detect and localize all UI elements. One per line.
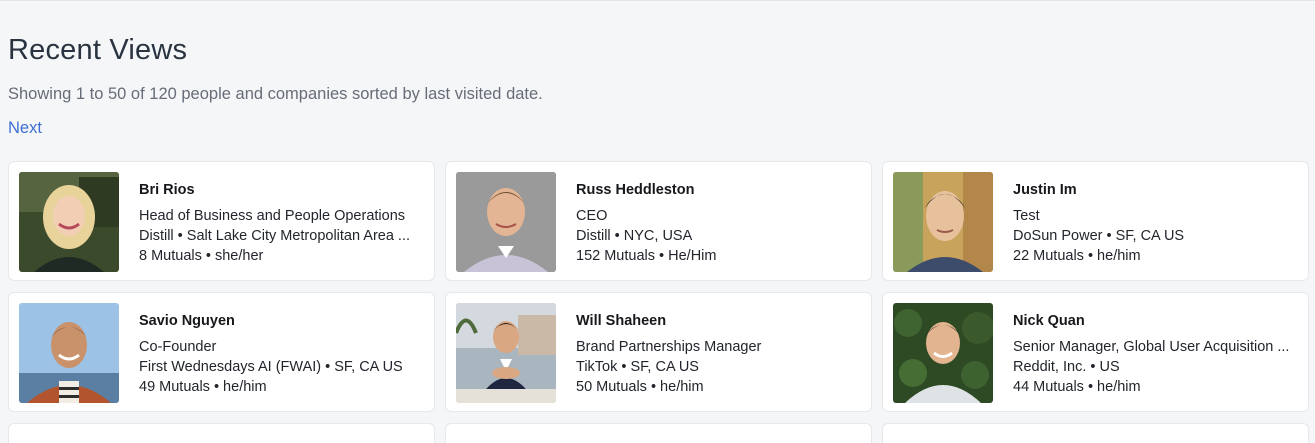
person-title: CEO xyxy=(576,208,608,224)
person-mutuals-pronouns: 44 Mutuals • he/him xyxy=(1013,379,1141,395)
person-name[interactable]: Bri Rios xyxy=(139,180,426,200)
person-company-location: First Wednesdays AI (FWAI) • SF, CA US xyxy=(139,359,403,375)
person-title: Senior Manager, Global User Acquisition … xyxy=(1013,339,1290,355)
person-mutuals-pronouns: 152 Mutuals • He/Him xyxy=(576,248,717,264)
person-name[interactable]: Justin Im xyxy=(1013,180,1300,200)
profile-photo-bri-rios[interactable] xyxy=(19,172,119,272)
person-mutuals-pronouns: 49 Mutuals • he/him xyxy=(139,379,267,395)
profile-photo-nick-quan[interactable] xyxy=(893,303,993,403)
results-summary: Showing 1 to 50 of 120 people and compan… xyxy=(8,85,543,103)
person-mutuals-pronouns: 22 Mutuals • he/him xyxy=(1013,248,1141,264)
person-info: Russ Heddleston CEO Distill • NYC, USA 1… xyxy=(576,180,863,266)
person-info: Nick Quan Senior Manager, Global User Ac… xyxy=(1013,311,1300,397)
person-info: Justin Im Test DoSun Power • SF, CA US 2… xyxy=(1013,180,1300,266)
people-grid: Bri Rios Head of Business and People Ope… xyxy=(8,161,1309,443)
person-info: Bri Rios Head of Business and People Ope… xyxy=(139,180,426,266)
person-company-location: TikTok • SF, CA US xyxy=(576,359,699,375)
profile-photo-savio-nguyen[interactable] xyxy=(19,303,119,403)
top-divider xyxy=(0,0,1315,1)
person-title: Head of Business and People Operations xyxy=(139,208,406,224)
page-title: Recent Views xyxy=(8,34,188,66)
profile-photo-justin-im[interactable] xyxy=(893,172,993,272)
person-company-location: DoSun Power • SF, CA US xyxy=(1013,228,1185,244)
person-name[interactable]: Russ Heddleston xyxy=(576,180,863,200)
person-card[interactable]: Savio Nguyen Co-Founder First Wednesdays… xyxy=(8,292,435,412)
person-card[interactable]: Bri Rios Head of Business and People Ope… xyxy=(8,161,435,281)
next-page-link[interactable]: Next xyxy=(8,119,42,138)
person-info: Will Shaheen Brand Partnerships Manager … xyxy=(576,311,863,397)
person-card-partial[interactable] xyxy=(882,423,1309,443)
person-name[interactable]: Will Shaheen xyxy=(576,311,863,331)
person-company-location: Distill • Salt Lake City Metropolitan Ar… xyxy=(139,228,411,244)
person-company-location: Reddit, Inc. • US xyxy=(1013,359,1120,375)
person-card[interactable]: Justin Im Test DoSun Power • SF, CA US 2… xyxy=(882,161,1309,281)
profile-photo-will-shaheen[interactable] xyxy=(456,303,556,403)
profile-photo-russ-heddleston[interactable] xyxy=(456,172,556,272)
person-mutuals-pronouns: 8 Mutuals • she/her xyxy=(139,248,264,264)
person-title: Test xyxy=(1013,208,1040,224)
person-mutuals-pronouns: 50 Mutuals • he/him xyxy=(576,379,704,395)
person-title: Co-Founder xyxy=(139,339,217,355)
person-title: Brand Partnerships Manager xyxy=(576,339,762,355)
person-info: Savio Nguyen Co-Founder First Wednesdays… xyxy=(139,311,426,397)
person-card-partial[interactable] xyxy=(445,423,872,443)
person-name[interactable]: Savio Nguyen xyxy=(139,311,426,331)
person-card[interactable]: Russ Heddleston CEO Distill • NYC, USA 1… xyxy=(445,161,872,281)
person-name[interactable]: Nick Quan xyxy=(1013,311,1300,331)
person-card[interactable]: Nick Quan Senior Manager, Global User Ac… xyxy=(882,292,1309,412)
person-card[interactable]: Will Shaheen Brand Partnerships Manager … xyxy=(445,292,872,412)
person-card-partial[interactable] xyxy=(8,423,435,443)
person-company-location: Distill • NYC, USA xyxy=(576,228,693,244)
